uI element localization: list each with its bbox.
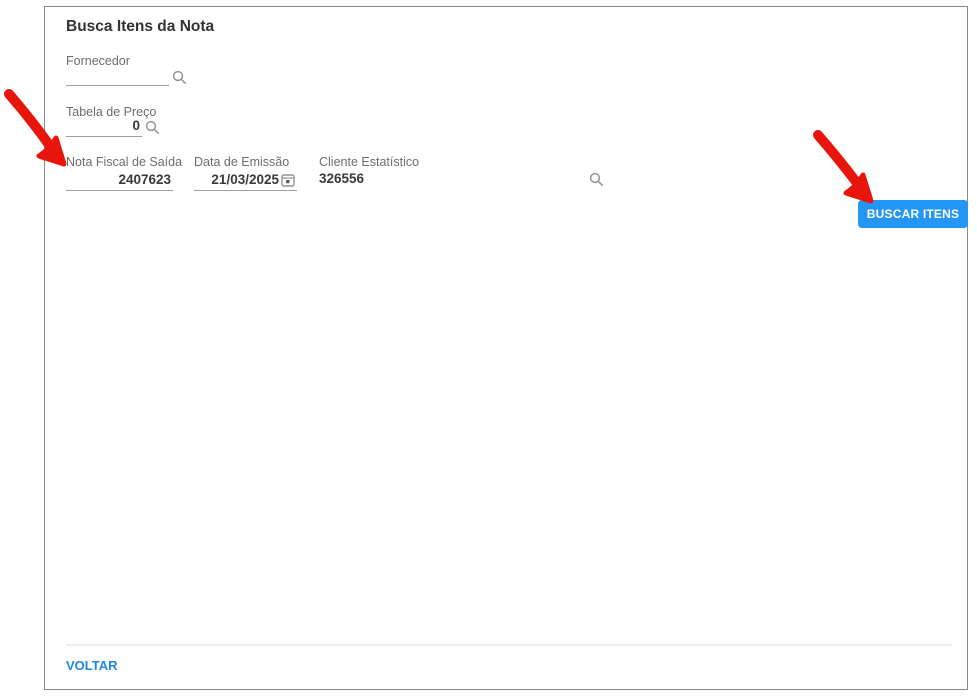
cliente-estatistico-value: 326556 [319, 171, 365, 186]
search-icon[interactable] [171, 69, 187, 85]
nota-fiscal-de-saida-input[interactable] [66, 172, 173, 190]
search-icon[interactable] [588, 171, 604, 187]
buscar-itens-button[interactable]: BUSCAR ITENS [858, 200, 968, 228]
tabela-de-preco-input[interactable] [66, 118, 142, 136]
search-icon[interactable] [144, 119, 160, 135]
data-de-emissao-label: Data de Emissão [194, 155, 290, 169]
nota-fiscal-de-saida-field [66, 169, 173, 191]
footer-divider [66, 644, 952, 646]
page-title: Busca Itens da Nota [66, 18, 215, 35]
calendar-icon[interactable] [281, 172, 295, 188]
busca-itens-panel: Busca Itens da Nota Fornecedor Tabela de… [44, 6, 968, 690]
nota-fiscal-de-saida-label: Nota Fiscal de Saída [66, 155, 183, 169]
voltar-link[interactable]: VOLTAR [66, 658, 118, 673]
tabela-de-preco-field [66, 115, 142, 137]
cliente-estatistico-label: Cliente Estatístico [319, 155, 420, 169]
data-de-emissao-input[interactable] [194, 172, 281, 190]
fornecedor-field [66, 64, 169, 86]
fornecedor-input[interactable] [66, 67, 169, 85]
data-de-emissao-field [194, 169, 297, 191]
